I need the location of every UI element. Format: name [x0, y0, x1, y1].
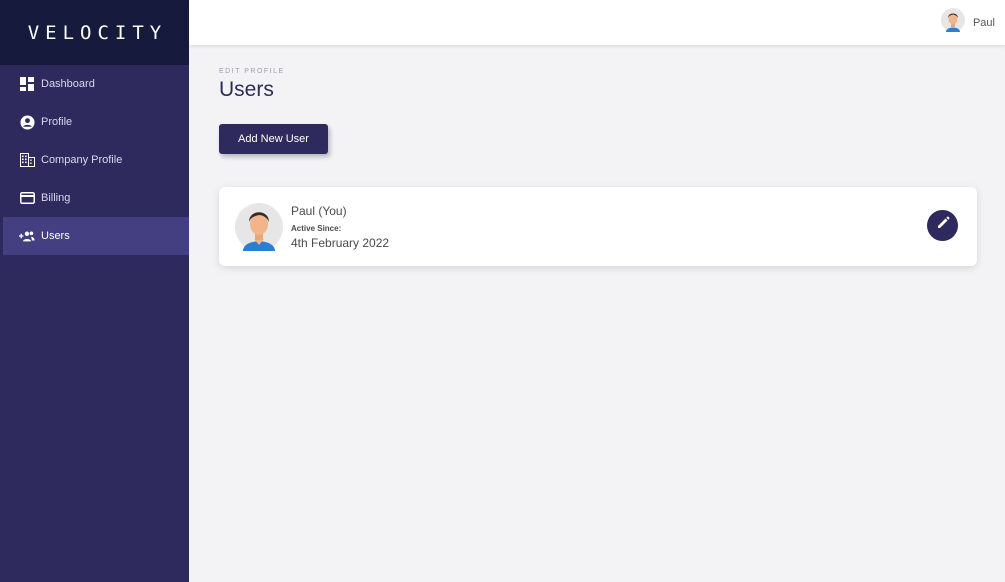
brand-logo[interactable]: VELOCITY	[0, 0, 189, 65]
avatar	[940, 8, 965, 37]
sidebar-item-company-profile[interactable]: Company Profile	[0, 141, 189, 179]
sidebar-item-label: Dashboard	[41, 78, 95, 90]
add-new-user-button[interactable]: Add New User	[219, 124, 328, 154]
sidebar-item-label: Profile	[41, 116, 73, 128]
sidebar-item-label: Company Profile	[41, 154, 123, 166]
sidebar-item-dashboard[interactable]: Dashboard	[0, 65, 189, 103]
user-card: Paul (You) Active Since: 4th February 20…	[219, 187, 977, 266]
building-icon	[19, 152, 35, 168]
main-content: EDIT PROFILE Users Add New User Paul (Yo…	[219, 65, 979, 266]
user-name: Paul	[972, 16, 995, 29]
sidebar-item-label: Users	[41, 230, 70, 242]
credit-card-icon	[19, 190, 35, 206]
top-bar: Paul	[189, 0, 1005, 45]
edit-user-button[interactable]	[927, 210, 958, 241]
active-since-label: Active Since:	[291, 224, 342, 233]
sidebar-item-label: Billing	[41, 192, 71, 204]
profile-icon	[19, 114, 35, 130]
avatar	[235, 203, 283, 256]
sidebar-item-profile[interactable]: Profile	[0, 103, 189, 141]
users-add-icon	[19, 228, 35, 244]
sidebar-nav: Dashboard Profile Company Profile Billin…	[0, 65, 189, 255]
page-eyebrow: EDIT PROFILE	[219, 68, 285, 75]
page-title: Users	[219, 78, 274, 101]
dashboard-icon	[19, 76, 35, 92]
user-name: Paul (You)	[291, 204, 347, 218]
brand-name: VELOCITY	[27, 21, 168, 44]
sidebar: VELOCITY Dashboard Profile Company Profi…	[0, 0, 189, 582]
sidebar-item-users[interactable]: Users	[0, 217, 189, 255]
sidebar-item-billing[interactable]: Billing	[0, 179, 189, 217]
pencil-icon	[936, 216, 950, 235]
active-since-value: 4th February 2022	[291, 236, 390, 250]
user-menu[interactable]: Paul	[940, 8, 995, 37]
